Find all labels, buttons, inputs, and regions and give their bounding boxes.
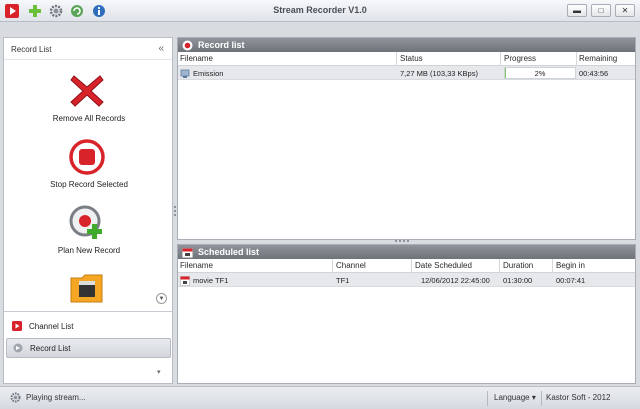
sidebar-divider	[4, 311, 172, 312]
stop-record-selected-button[interactable]: Stop Record Selected	[4, 138, 174, 200]
col-duration[interactable]: Duration	[503, 261, 533, 270]
sidebar: Record List « Remove All Records Stop Re…	[3, 37, 173, 384]
status-text: Playing stream...	[26, 393, 86, 402]
col-filename[interactable]: Filename	[180, 261, 213, 270]
close-button[interactable]: ✕	[615, 4, 635, 17]
title-bar: Stream Recorder V1.0 ▬ □ ✕	[0, 0, 640, 22]
channel-list-icon	[12, 321, 22, 331]
calendar-icon	[182, 247, 193, 258]
cell-begin-in: 00:07:41	[556, 276, 586, 285]
record-list-title: Record list	[198, 40, 245, 50]
maximize-button[interactable]: □	[591, 4, 611, 17]
collapse-sidebar-button[interactable]: «	[158, 43, 164, 54]
scheduled-list-column-header: Filename Channel Date Scheduled Duration…	[178, 259, 635, 273]
nav-channel-list[interactable]: Channel List	[6, 316, 171, 336]
remove-all-records-label: Remove All Records	[52, 114, 126, 123]
scheduled-list-pane: Scheduled list Filename Channel Date Sch…	[177, 244, 636, 384]
record-dot-icon	[182, 40, 193, 50]
cell-remaining: 00:43:56	[579, 69, 609, 78]
cell-filename: movie TF1	[193, 276, 229, 285]
status-bar: Playing stream... Language ▾ Kastor Soft…	[0, 386, 640, 409]
credit-text: Kastor Soft - 2012	[546, 393, 611, 402]
scheduled-list-title: Scheduled list	[198, 247, 260, 257]
status-divider	[541, 391, 542, 406]
cell-duration: 01:30:00	[503, 276, 533, 285]
table-row[interactable]: movie TF1 TF1 12/06/2012 22:45:00 01:30:…	[178, 273, 635, 287]
progress-text: 2%	[534, 69, 546, 78]
stop-record-selected-label: Stop Record Selected	[50, 180, 128, 189]
cell-filename: Emission	[193, 69, 224, 78]
status-divider	[487, 391, 488, 406]
table-row[interactable]: Emission 7,27 MB (103,33 KBps) 2% 00:43:…	[178, 66, 635, 80]
col-filename[interactable]: Filename	[180, 54, 213, 63]
cell-date-scheduled: 12/06/2012 22:45:00	[421, 276, 490, 285]
record-list-icon	[13, 343, 23, 353]
cell-channel: TF1	[336, 276, 350, 285]
scheduled-list-header: Scheduled list	[178, 245, 635, 259]
record-list-header: Record list	[178, 38, 635, 52]
nav-record-list-label: Record List	[30, 343, 71, 353]
col-progress[interactable]: Progress	[504, 54, 536, 63]
row-stream-icon	[180, 69, 190, 81]
remove-all-records-button[interactable]: Remove All Records	[4, 72, 174, 134]
minimize-button[interactable]: ▬	[567, 4, 587, 17]
col-begin-in[interactable]: Begin in	[556, 261, 585, 270]
progress-bar: 2%	[504, 67, 576, 79]
scroll-actions-down-button[interactable]: ▼	[156, 293, 167, 304]
col-channel[interactable]: Channel	[336, 261, 366, 270]
plan-record-icon	[68, 204, 106, 242]
col-status[interactable]: Status	[400, 54, 423, 63]
nav-channel-list-label: Channel List	[29, 321, 74, 331]
gear-icon	[10, 392, 21, 403]
remove-all-icon	[68, 72, 106, 110]
record-list-column-header: Filename Status Progress Remaining	[178, 52, 635, 66]
media-folder-icon	[68, 268, 106, 306]
window-title: Stream Recorder V1.0	[273, 5, 367, 15]
stop-record-icon	[68, 138, 106, 176]
cell-status: 7,27 MB (103,33 KBps)	[400, 69, 478, 78]
nav-record-list[interactable]: Record List	[6, 338, 171, 358]
nav-overflow-button[interactable]: ▾	[157, 368, 161, 376]
sidebar-header: Record List «	[4, 38, 172, 60]
col-remaining[interactable]: Remaining	[579, 54, 617, 63]
row-calendar-icon	[180, 276, 190, 288]
media-folder-button[interactable]	[4, 268, 174, 308]
language-dropdown[interactable]: Language ▾	[494, 393, 536, 402]
sidebar-title: Record List	[11, 45, 52, 54]
plan-new-record-button[interactable]: Plan New Record	[4, 204, 174, 266]
record-list-pane: Record list Filename Status Progress Rem…	[177, 37, 636, 240]
plan-new-record-label: Plan New Record	[57, 246, 121, 255]
col-date-scheduled[interactable]: Date Scheduled	[415, 261, 472, 270]
